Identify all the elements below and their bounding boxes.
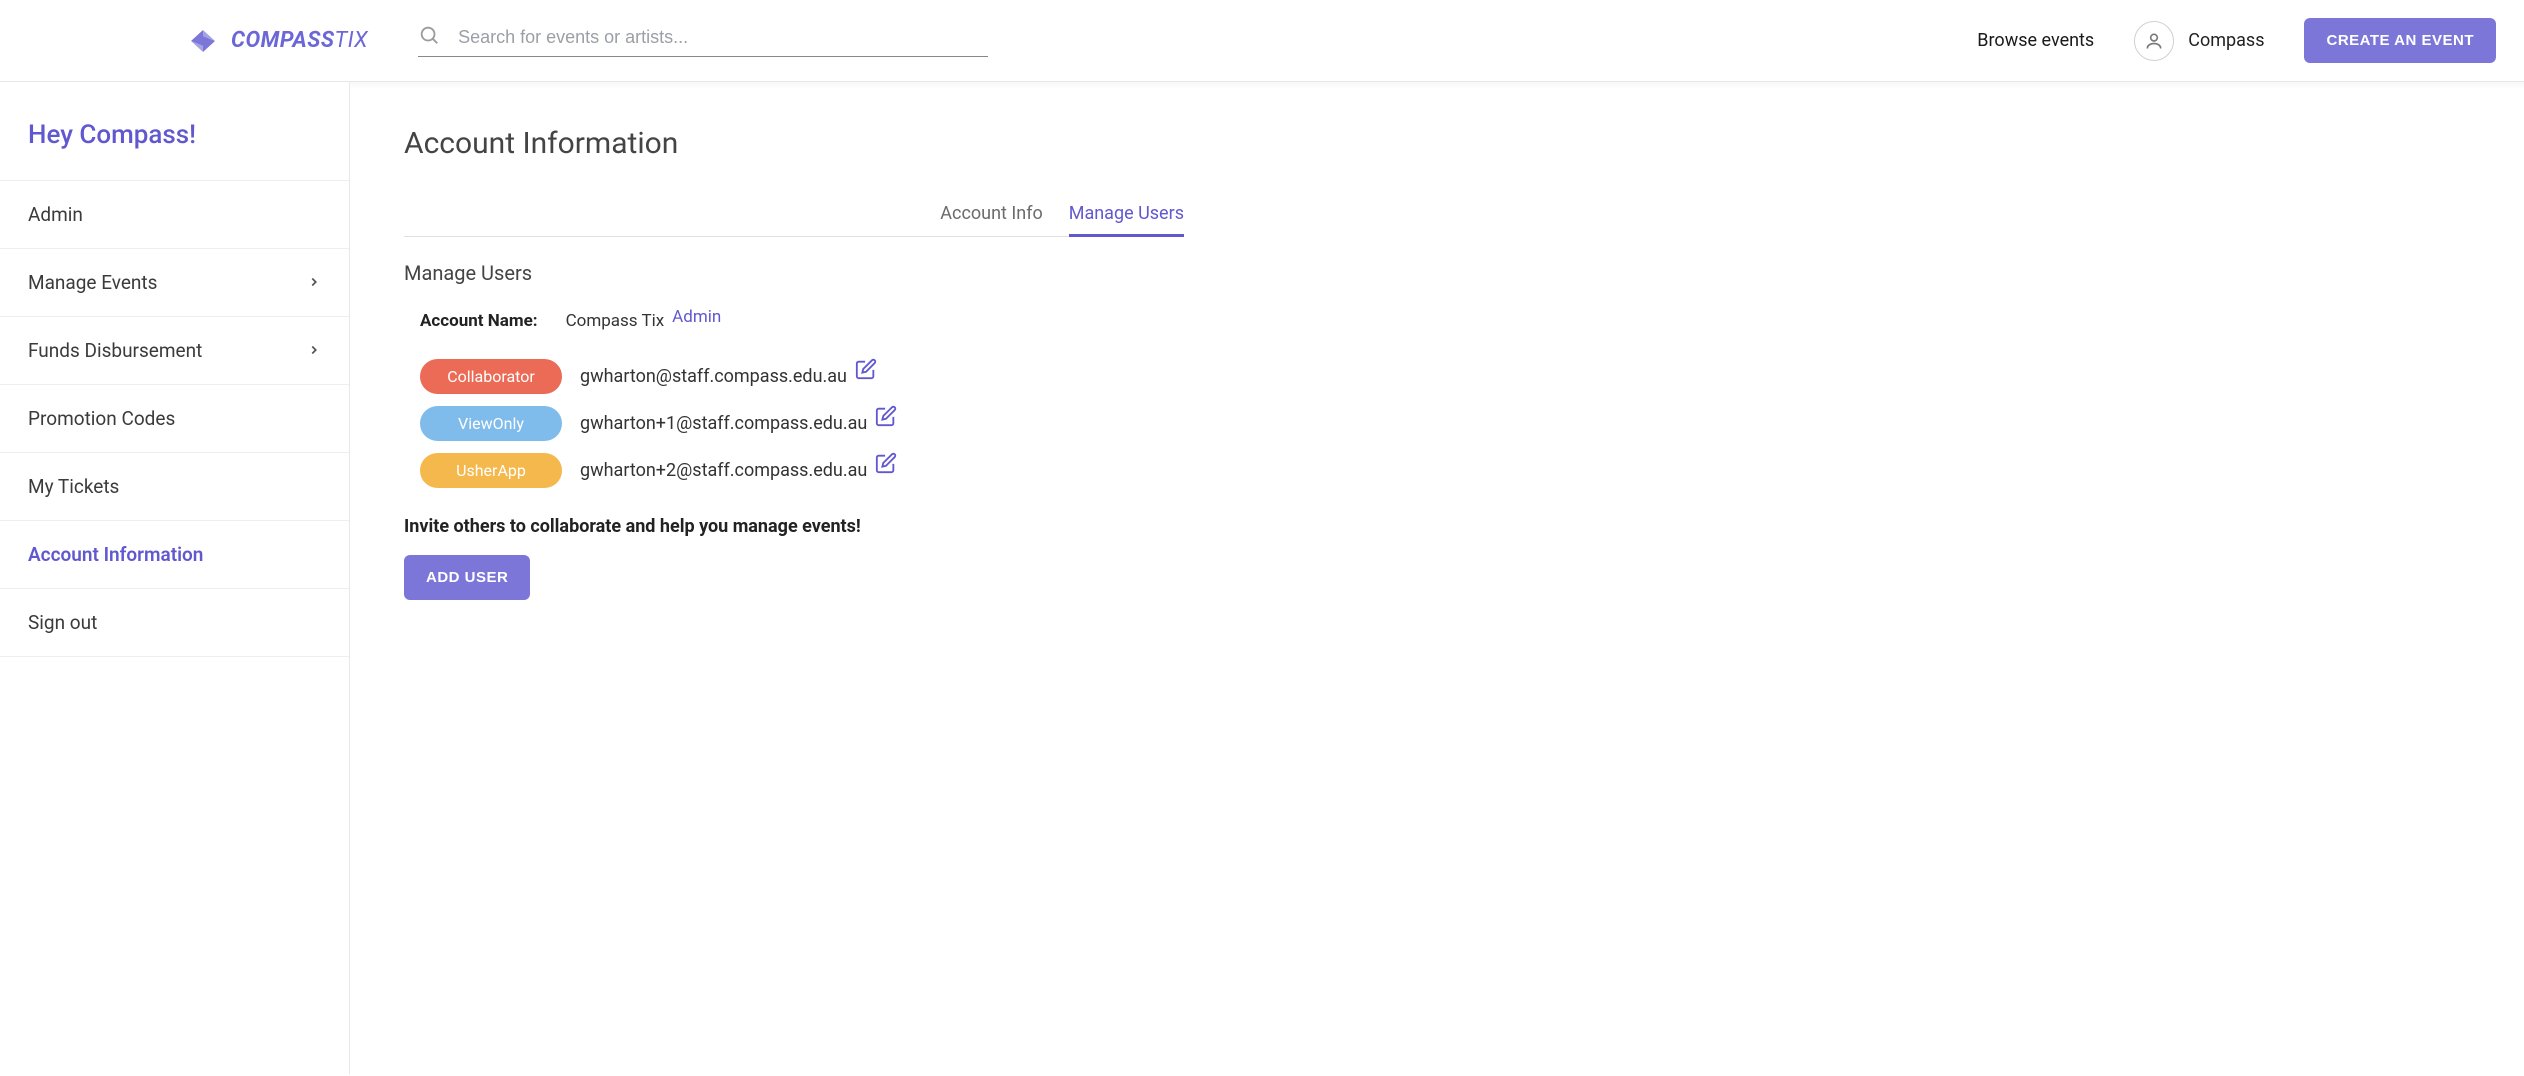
tab-account-info[interactable]: Account Info bbox=[940, 191, 1042, 236]
user-menu[interactable]: Compass bbox=[2134, 21, 2264, 61]
sidebar-item-sign-out[interactable]: Sign out bbox=[0, 589, 349, 657]
sidebar-item-label: Promotion Codes bbox=[28, 407, 175, 430]
sidebar-item-label: Manage Events bbox=[28, 271, 157, 294]
sidebar-item-label: My Tickets bbox=[28, 475, 119, 498]
sidebar-item-label: Sign out bbox=[28, 611, 97, 634]
logo[interactable]: COMPASSTIX bbox=[183, 26, 368, 56]
search-icon bbox=[418, 24, 440, 50]
users-list: Collaborator gwharton@staff.compass.edu.… bbox=[404, 359, 2470, 488]
header-right: Browse events Compass CREATE AN EVENT bbox=[1977, 18, 2496, 63]
edit-icon[interactable] bbox=[875, 405, 897, 431]
chevron-right-icon bbox=[307, 339, 321, 362]
user-name-label: Compass bbox=[2188, 30, 2264, 51]
sidebar-item-admin[interactable]: Admin bbox=[0, 180, 349, 249]
sidebar-nav: Admin Manage Events Funds Disbursement P… bbox=[0, 180, 349, 657]
browse-events-link[interactable]: Browse events bbox=[1977, 30, 2094, 51]
edit-icon[interactable] bbox=[875, 452, 897, 478]
compass-logo-icon bbox=[183, 26, 223, 56]
section-title: Manage Users bbox=[404, 261, 2470, 285]
user-row: Collaborator gwharton@staff.compass.edu.… bbox=[420, 359, 2470, 394]
invite-text: Invite others to collaborate and help yo… bbox=[404, 516, 2470, 537]
top-header: COMPASSTIX Browse events Compass CREATE … bbox=[0, 0, 2524, 82]
user-email: gwharton+2@staff.compass.edu.au bbox=[580, 460, 867, 481]
tabs: Account Info Manage Users bbox=[404, 191, 1184, 237]
sidebar-item-label: Funds Disbursement bbox=[28, 339, 202, 362]
logo-text: COMPASSTIX bbox=[231, 28, 368, 53]
add-user-button[interactable]: ADD USER bbox=[404, 555, 530, 600]
role-badge-viewonly: ViewOnly bbox=[420, 406, 562, 441]
account-name-value: Compass Tix bbox=[566, 311, 665, 331]
user-email: gwharton+1@staff.compass.edu.au bbox=[580, 413, 867, 434]
avatar-icon bbox=[2134, 21, 2174, 61]
user-row: UsherApp gwharton+2@staff.compass.edu.au bbox=[420, 453, 2470, 488]
create-event-button[interactable]: CREATE AN EVENT bbox=[2304, 18, 2496, 63]
search-container bbox=[418, 24, 988, 57]
greeting-text: Hey Compass! bbox=[0, 82, 349, 180]
sidebar-item-label: Admin bbox=[28, 203, 83, 226]
role-badge-collaborator: Collaborator bbox=[420, 359, 562, 394]
sidebar-item-funds-disbursement[interactable]: Funds Disbursement bbox=[0, 317, 349, 385]
search-input[interactable] bbox=[458, 27, 988, 48]
tab-manage-users[interactable]: Manage Users bbox=[1069, 191, 1184, 236]
sidebar-item-manage-events[interactable]: Manage Events bbox=[0, 249, 349, 317]
sidebar-item-promotion-codes[interactable]: Promotion Codes bbox=[0, 385, 349, 453]
user-row: ViewOnly gwharton+1@staff.compass.edu.au bbox=[420, 406, 2470, 441]
sidebar-item-my-tickets[interactable]: My Tickets bbox=[0, 453, 349, 521]
sidebar-item-label: Account Information bbox=[28, 543, 203, 566]
edit-icon[interactable] bbox=[855, 358, 877, 384]
sidebar: Hey Compass! Admin Manage Events Funds D… bbox=[0, 82, 350, 1074]
account-name-row: Account Name: Compass Tix Admin bbox=[404, 311, 2470, 331]
chevron-right-icon bbox=[307, 271, 321, 294]
role-badge-usherapp: UsherApp bbox=[420, 453, 562, 488]
account-name-label: Account Name: bbox=[420, 311, 538, 331]
user-email: gwharton@staff.compass.edu.au bbox=[580, 366, 847, 387]
page-title: Account Information bbox=[404, 126, 2470, 161]
admin-link[interactable]: Admin bbox=[672, 307, 721, 327]
sidebar-item-account-information[interactable]: Account Information bbox=[0, 521, 349, 589]
main-content: Account Information Account Info Manage … bbox=[350, 82, 2524, 1074]
